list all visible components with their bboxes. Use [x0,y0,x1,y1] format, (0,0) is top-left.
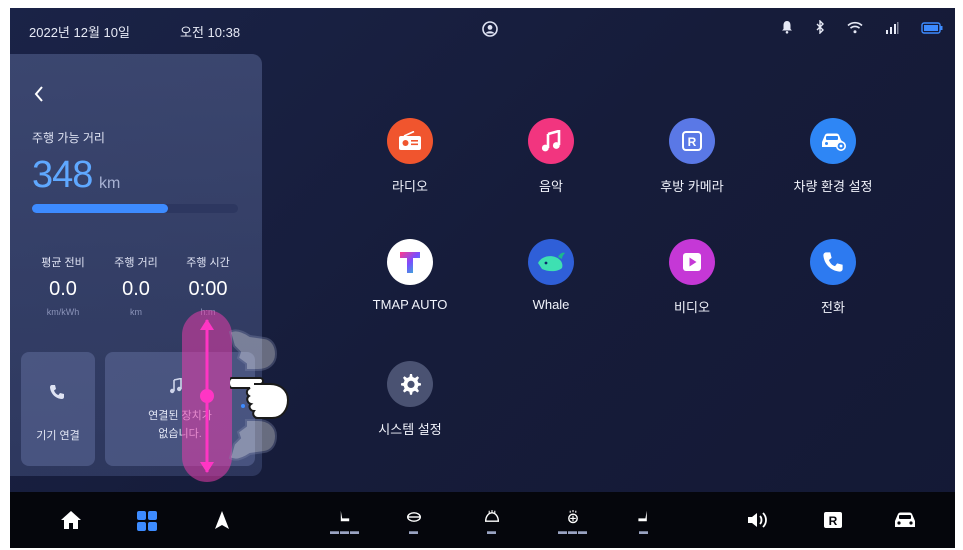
profile-icon[interactable] [482,21,498,37]
whale-icon [528,239,574,285]
app-label: 시스템 설정 [378,422,442,437]
range-unit: km [99,175,121,192]
back-arrow-icon[interactable] [32,84,46,104]
app-label: TMAP AUTO [372,297,448,312]
infotainment-screen: 2022년 12월 10일 오전 10:38 주행 가능 거리 348 km 평… [10,8,955,548]
app-radio[interactable]: 라디오 [350,118,470,195]
device-connect-label: 기기 연결 [36,430,80,442]
stat-label: 평균 전비 [41,257,85,269]
stat-value: 0.0 [122,278,150,300]
status-time: 오전 10:38 [180,25,241,40]
stat-unit: km/kWh [46,307,80,317]
volume-icon[interactable] [746,510,770,534]
app-system-settings[interactable]: 시스템 설정 [350,361,470,438]
app-video[interactable]: 비디오 [632,239,752,316]
app-vehicle-settings[interactable]: 차량 환경 설정 [773,118,893,195]
music-icon [528,118,574,164]
app-phone[interactable]: 전화 [773,239,893,316]
phone-icon [810,239,856,285]
app-tmap-auto[interactable]: TMAP AUTO [350,239,470,312]
app-whale[interactable]: Whale [491,239,611,312]
range-progress-fill [32,204,168,213]
stat-value: 0.0 [49,278,77,300]
app-label: 전화 [821,300,845,315]
navigation-icon[interactable] [214,510,230,534]
stat-avg-efficiency: 평균 전비 0.0 km/kWh [23,254,103,317]
battery-icon [921,21,943,39]
gear-icon [387,361,433,407]
bell-icon [781,20,793,39]
music-note-icon [169,377,183,399]
apps-grid-icon[interactable] [136,510,158,534]
tmap-icon [387,239,433,285]
stat-label: 주행 시간 [186,257,230,269]
stat-distance: 주행 거리 0.0 km [96,254,176,317]
bluetooth-icon [815,19,825,39]
signal-icon [885,21,899,39]
range-value: 348 [32,154,93,196]
rear-camera-icon: R [669,118,715,164]
stat-drive-time: 주행 시간 0:00 h:m [168,254,248,317]
status-bar: 2022년 12월 10일 오전 10:38 [10,8,955,52]
app-label: 후방 카메라 [660,179,724,194]
radio-icon [387,118,433,164]
car-icon[interactable] [892,510,918,534]
stat-value: 0:00 [188,278,228,300]
bottom-dock: ▬▬▬ ▬ ▬ ▬▬▬ ▬ R [10,492,955,548]
app-label: 라디오 [392,179,428,194]
seat-recline-icon[interactable]: ▬ [634,510,654,536]
app-rear-camera[interactable]: R 후방 카메라 [632,118,752,195]
car-settings-icon [810,118,856,164]
stat-unit: km [130,307,142,317]
app-music[interactable]: 음악 [491,118,611,195]
video-icon [669,239,715,285]
phone-icon [49,384,65,405]
hand-ghost-bottom-icon [226,412,286,477]
svg-text:R: R [688,135,697,149]
device-connect-card[interactable]: 기기 연결 [21,352,95,466]
page-dot [241,404,245,408]
app-label: 음악 [539,179,563,194]
range-progress-bar [32,204,238,213]
range-label: 주행 가능 거리 [32,131,105,145]
app-label: 차량 환경 설정 [793,179,873,194]
status-date: 2022년 12월 10일 [29,25,130,40]
defrost-icon[interactable]: ▬ [480,510,504,536]
app-label: 비디오 [674,300,710,315]
steering-heat-icon[interactable]: ▬ [402,510,426,536]
app-label: Whale [532,297,570,312]
seat-heat-icon[interactable]: ▬▬▬ [330,510,360,536]
rear-camera-icon[interactable]: R [822,510,844,534]
wifi-icon [847,21,863,39]
home-icon[interactable] [60,510,82,534]
stat-label: 주행 거리 [114,257,158,269]
seat-vent-icon[interactable]: ▬▬▬ [558,510,588,536]
swipe-arrows-icon [192,314,222,483]
svg-text:R: R [829,514,838,528]
